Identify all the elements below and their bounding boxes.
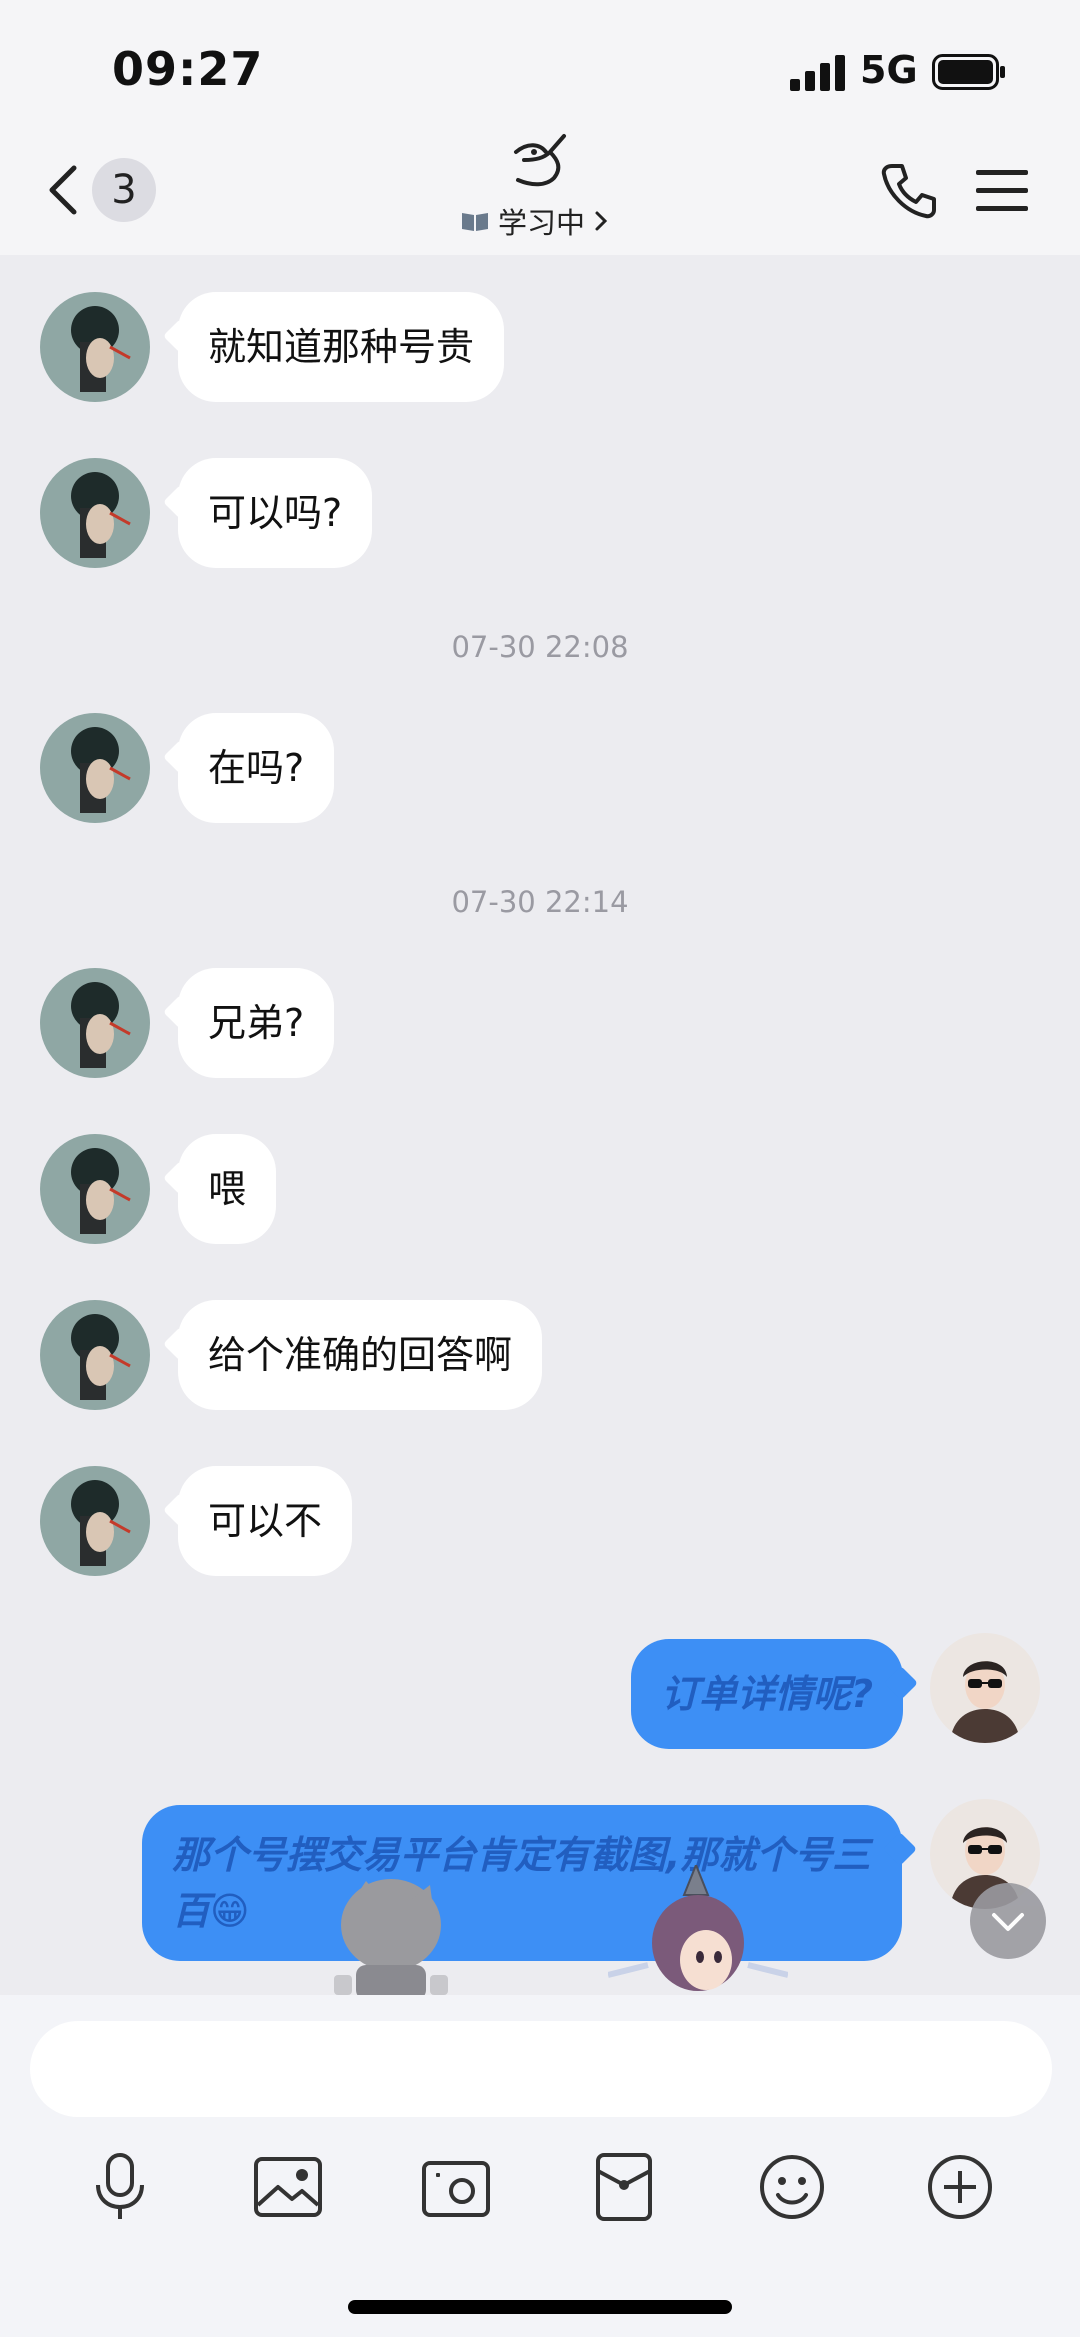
- book-icon: [462, 213, 488, 231]
- input-area: [0, 1995, 1080, 2337]
- my-avatar[interactable]: [930, 1633, 1040, 1743]
- network-type: 5G: [860, 48, 918, 92]
- contact-avatar[interactable]: [40, 1466, 150, 1576]
- status-bar: 09:27 5G: [0, 0, 1080, 140]
- incoming-message[interactable]: 就知道那种号贵: [178, 292, 505, 402]
- unread-count-badge[interactable]: 3: [92, 158, 156, 222]
- status-time: 09:27: [112, 42, 264, 96]
- timestamp: 07-30 22:08: [451, 630, 629, 664]
- camera-icon[interactable]: [418, 2149, 494, 2225]
- incoming-message[interactable]: 可以吗?: [178, 458, 373, 568]
- image-icon[interactable]: [250, 2149, 326, 2225]
- decorative-character-sticker: [608, 1865, 788, 1991]
- incoming-message[interactable]: 可以不: [178, 1466, 353, 1576]
- incoming-message[interactable]: 在吗?: [178, 713, 335, 823]
- outgoing-message[interactable]: 订单详情呢?: [630, 1639, 903, 1749]
- contact-avatar[interactable]: [40, 1300, 150, 1410]
- contact-signature-logo: [514, 134, 566, 187]
- menu-icon[interactable]: [976, 168, 1028, 214]
- contact-avatar[interactable]: [40, 968, 150, 1078]
- scroll-to-bottom-button[interactable]: [970, 1883, 1046, 1959]
- incoming-message[interactable]: 给个准确的回答啊: [178, 1300, 543, 1410]
- home-indicator[interactable]: [348, 2300, 732, 2314]
- incoming-message[interactable]: 兄弟?: [178, 968, 335, 1078]
- contact-avatar[interactable]: [40, 458, 150, 568]
- signal-icon: [790, 55, 845, 91]
- chevron-right-icon: [595, 211, 608, 231]
- scroll-down-icon: [992, 1913, 1024, 1931]
- contact-avatar[interactable]: [40, 1134, 150, 1244]
- timestamp: 07-30 22:14: [451, 885, 629, 919]
- add-icon[interactable]: [922, 2149, 998, 2225]
- contact-avatar[interactable]: [40, 713, 150, 823]
- incoming-message[interactable]: 喂: [178, 1134, 277, 1244]
- phone-icon[interactable]: [880, 160, 936, 220]
- battery-icon: [932, 54, 1005, 90]
- decorative-character-sticker: [334, 1879, 448, 2000]
- emoji-icon[interactable]: [754, 2149, 830, 2225]
- back-chevron-icon[interactable]: [42, 160, 82, 220]
- red-packet-icon[interactable]: [586, 2149, 662, 2225]
- chat-header: 3 学习中: [0, 120, 1080, 255]
- status-text: 学习中: [498, 206, 586, 240]
- contact-avatar[interactable]: [40, 292, 150, 402]
- message-input[interactable]: [30, 2021, 1052, 2117]
- contact-status[interactable]: 学习中: [460, 200, 609, 242]
- message-list[interactable]: 就知道那种号贵 可以吗? 07-30 22:08 在吗? 07-30 22:14…: [0, 255, 1080, 1995]
- outgoing-message[interactable]: 那个号摆交易平台肯定有截图,那就个号三百😁: [142, 1805, 902, 1961]
- microphone-icon[interactable]: [82, 2149, 158, 2225]
